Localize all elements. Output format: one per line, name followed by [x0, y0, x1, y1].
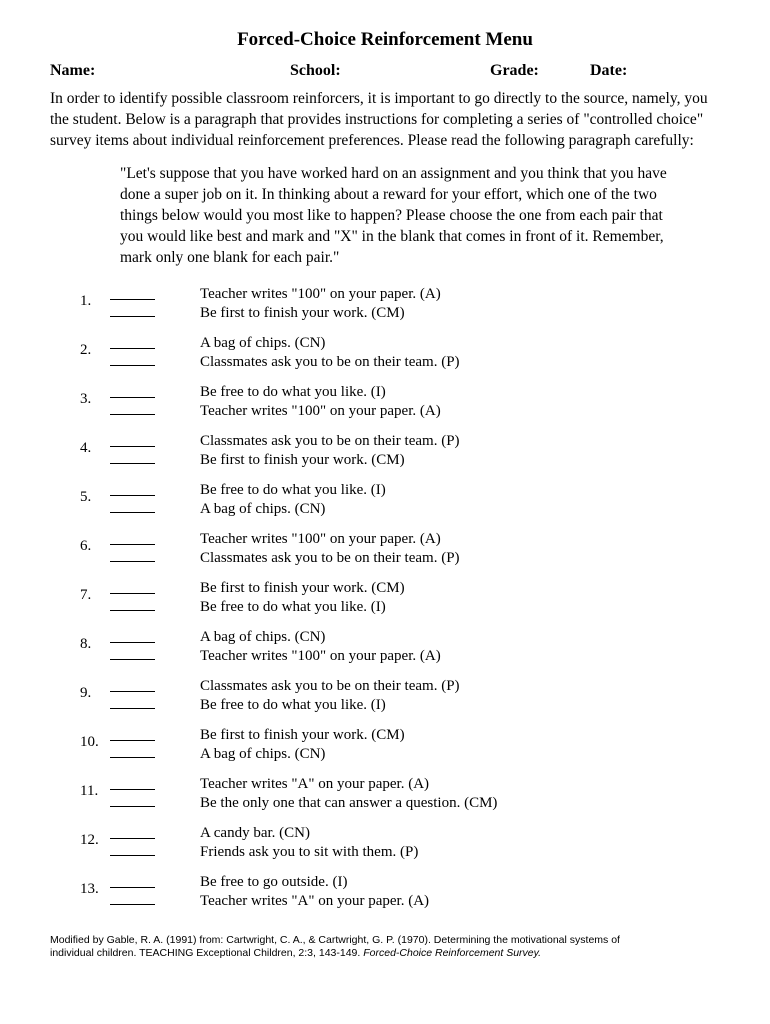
answer-blanks[interactable] — [110, 481, 170, 517]
choice-b: Be first to finish your work. (CM) — [200, 451, 460, 471]
choice-a: A bag of chips. (CN) — [200, 628, 441, 648]
choice-b: Teacher writes "100" on your paper. (A) — [200, 402, 441, 422]
choice-b: Be the only one that can answer a questi… — [200, 794, 497, 814]
answer-blanks[interactable] — [110, 726, 170, 762]
survey-item: 1. Teacher writes "100" on your paper. (… — [80, 285, 720, 324]
item-number: 6. — [80, 530, 110, 557]
document-title: Forced-Choice Reinforcement Menu — [50, 28, 720, 53]
choice-b: Be free to do what you like. (I) — [200, 598, 405, 618]
choice-a: A bag of chips. (CN) — [200, 334, 460, 354]
intro-paragraph: In order to identify possible classroom … — [50, 89, 720, 152]
choice-b: Friends ask you to sit with them. (P) — [200, 843, 418, 863]
choice-b: A bag of chips. (CN) — [200, 745, 405, 765]
choice-b: Classmates ask you to be on their team. … — [200, 353, 460, 373]
survey-item: 2. A bag of chips. (CN) Classmates ask y… — [80, 334, 720, 373]
item-number: 1. — [80, 285, 110, 312]
choice-b: Be free to do what you like. (I) — [200, 696, 460, 716]
item-number: 5. — [80, 481, 110, 508]
choice-a: Be first to finish your work. (CM) — [200, 579, 405, 599]
choice-b: Be first to finish your work. (CM) — [200, 304, 441, 324]
choice-a: Be free to go outside. (I) — [200, 873, 429, 893]
item-number: 12. — [80, 824, 110, 851]
survey-item: 8. A bag of chips. (CN) Teacher writes "… — [80, 628, 720, 667]
choice-a: Teacher writes "100" on your paper. (A) — [200, 285, 441, 305]
answer-blanks[interactable] — [110, 383, 170, 419]
choice-a: Classmates ask you to be on their team. … — [200, 677, 460, 697]
answer-blanks[interactable] — [110, 873, 170, 909]
answer-blanks[interactable] — [110, 677, 170, 713]
footer-line2a: individual children. TEACHING Exceptiona… — [50, 947, 363, 959]
choice-b: Classmates ask you to be on their team. … — [200, 549, 460, 569]
item-choices: Teacher writes "A" on your paper. (A) Be… — [170, 775, 497, 814]
item-choices: A bag of chips. (CN) Teacher writes "100… — [170, 628, 441, 667]
answer-blanks[interactable] — [110, 530, 170, 566]
choice-a: Teacher writes "100" on your paper. (A) — [200, 530, 460, 550]
choice-a: Be first to finish your work. (CM) — [200, 726, 405, 746]
item-choices: Teacher writes "100" on your paper. (A) … — [170, 285, 441, 324]
choice-a: Classmates ask you to be on their team. … — [200, 432, 460, 452]
survey-item: 11. Teacher writes "A" on your paper. (A… — [80, 775, 720, 814]
survey-item: 4. Classmates ask you to be on their tea… — [80, 432, 720, 471]
item-choices: A bag of chips. (CN) Classmates ask you … — [170, 334, 460, 373]
survey-item: 10. Be first to finish your work. (CM) A… — [80, 726, 720, 765]
choice-a: Teacher writes "A" on your paper. (A) — [200, 775, 497, 795]
choice-a: Be free to do what you like. (I) — [200, 481, 386, 501]
name-label: Name: — [50, 61, 290, 82]
survey-item: 13. Be free to go outside. (I) Teacher w… — [80, 873, 720, 912]
choice-a: Be free to do what you like. (I) — [200, 383, 441, 403]
answer-blanks[interactable] — [110, 628, 170, 664]
item-choices: Classmates ask you to be on their team. … — [170, 432, 460, 471]
survey-item: 12. A candy bar. (CN) Friends ask you to… — [80, 824, 720, 863]
survey-item: 6. Teacher writes "100" on your paper. (… — [80, 530, 720, 569]
item-number: 8. — [80, 628, 110, 655]
footer-line2b: Forced-Choice Reinforcement Survey. — [363, 947, 541, 959]
school-label: School: — [290, 61, 490, 82]
survey-items: 1. Teacher writes "100" on your paper. (… — [80, 285, 720, 912]
item-number: 3. — [80, 383, 110, 410]
item-number: 13. — [80, 873, 110, 900]
item-choices: Teacher writes "100" on your paper. (A) … — [170, 530, 460, 569]
item-number: 7. — [80, 579, 110, 606]
survey-item: 3. Be free to do what you like. (I) Teac… — [80, 383, 720, 422]
item-choices: Be free to go outside. (I) Teacher write… — [170, 873, 429, 912]
citation-footer: Modified by Gable, R. A. (1991) from: Ca… — [50, 934, 720, 960]
item-choices: A candy bar. (CN) Friends ask you to sit… — [170, 824, 418, 863]
choice-b: Teacher writes "100" on your paper. (A) — [200, 647, 441, 667]
item-choices: Be first to finish your work. (CM) A bag… — [170, 726, 405, 765]
header-fields: Name: School: Grade: Date: — [50, 61, 720, 82]
choice-b: Teacher writes "A" on your paper. (A) — [200, 892, 429, 912]
item-number: 11. — [80, 775, 110, 802]
answer-blanks[interactable] — [110, 775, 170, 811]
survey-item: 9. Classmates ask you to be on their tea… — [80, 677, 720, 716]
survey-item: 5. Be free to do what you like. (I) A ba… — [80, 481, 720, 520]
answer-blanks[interactable] — [110, 285, 170, 321]
choice-a: A candy bar. (CN) — [200, 824, 418, 844]
instructions-paragraph: "Let's suppose that you have worked hard… — [120, 164, 670, 269]
answer-blanks[interactable] — [110, 334, 170, 370]
answer-blanks[interactable] — [110, 432, 170, 468]
footer-line1: Modified by Gable, R. A. (1991) from: Ca… — [50, 934, 620, 946]
survey-item: 7. Be first to finish your work. (CM) Be… — [80, 579, 720, 618]
item-number: 2. — [80, 334, 110, 361]
answer-blanks[interactable] — [110, 824, 170, 860]
date-label: Date: — [590, 61, 720, 82]
answer-blanks[interactable] — [110, 579, 170, 615]
item-choices: Be first to finish your work. (CM) Be fr… — [170, 579, 405, 618]
item-choices: Be free to do what you like. (I) A bag o… — [170, 481, 386, 520]
grade-label: Grade: — [490, 61, 590, 82]
item-choices: Classmates ask you to be on their team. … — [170, 677, 460, 716]
item-number: 4. — [80, 432, 110, 459]
item-choices: Be free to do what you like. (I) Teacher… — [170, 383, 441, 422]
item-number: 10. — [80, 726, 110, 753]
item-number: 9. — [80, 677, 110, 704]
choice-b: A bag of chips. (CN) — [200, 500, 386, 520]
